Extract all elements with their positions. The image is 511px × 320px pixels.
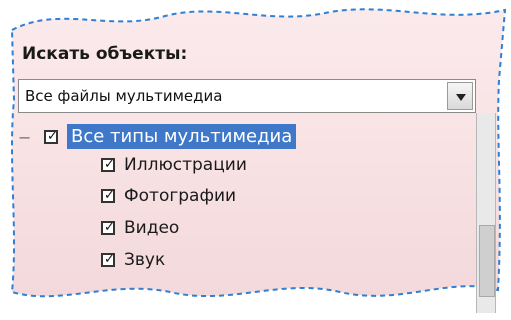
tree-item-label: Видео [124,218,180,238]
checkbox-sound[interactable]: ✓ [101,252,115,267]
tree-item-video[interactable]: ✓ Видео [101,218,179,238]
checkmark-icon: ✓ [104,157,115,172]
checkmark-icon: ✓ [104,220,115,235]
checkbox-video[interactable]: ✓ [101,220,115,235]
tree-item-photos[interactable]: ✓ Фотографии [101,186,236,206]
tree-item-label: Все типы мультимедиа [67,124,297,149]
tree-item-all-media-types[interactable]: ✓ Все типы мультимедиа [44,124,297,149]
media-search-panel: Искать объекты: Все файлы мультимедиа − … [0,0,511,320]
media-type-dropdown[interactable]: Все файлы мультимедиа [18,79,476,113]
scrollbar-thumb[interactable] [479,225,495,297]
tree-item-label: Звук [124,250,166,270]
dropdown-button[interactable] [447,82,473,110]
checkbox-illustrations[interactable]: ✓ [101,157,115,172]
checkbox-all-media-types[interactable]: ✓ [44,128,58,144]
tree-item-sound[interactable]: ✓ Звук [101,250,165,270]
search-objects-label: Искать объекты: [22,44,188,64]
collapse-icon[interactable]: − [18,128,31,147]
checkmark-icon: ✓ [104,252,115,267]
checkbox-photos[interactable]: ✓ [101,188,115,203]
checkmark-icon: ✓ [47,128,58,144]
checkmark-icon: ✓ [104,188,115,203]
chevron-down-icon [456,94,466,101]
tree-item-illustrations[interactable]: ✓ Иллюстрации [101,155,247,175]
vertical-scrollbar[interactable] [476,113,496,313]
tree-item-label: Фотографии [124,186,237,206]
tree-item-label: Иллюстрации [124,155,247,175]
media-type-selected-value: Все файлы мультимедиа [25,87,223,105]
